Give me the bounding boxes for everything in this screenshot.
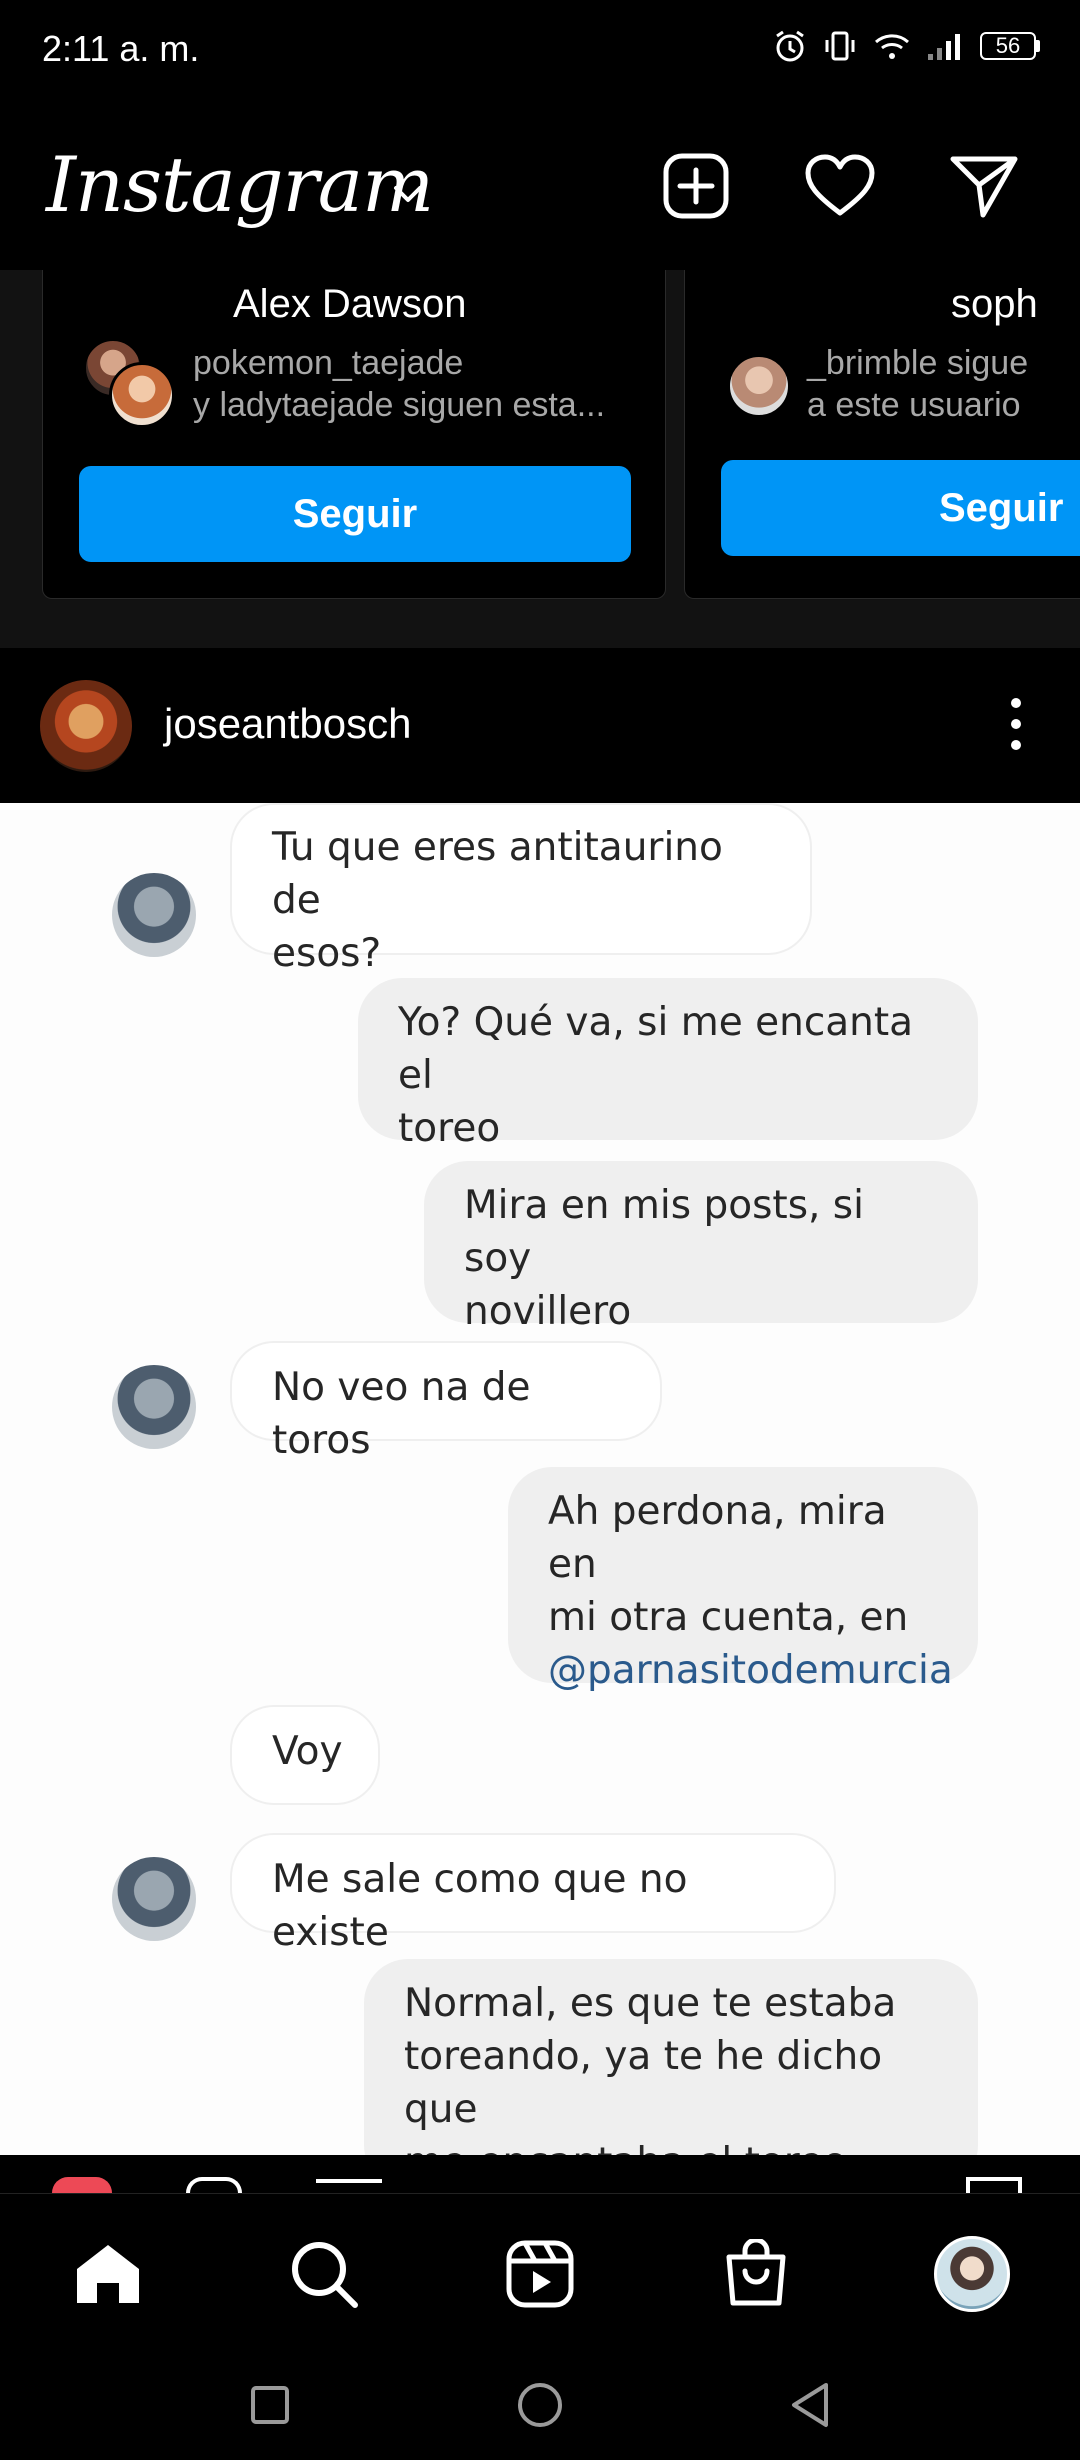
- chat-bubble-outgoing: Normal, es que te estaba toreando, ya te…: [364, 1959, 978, 2155]
- circle-icon: [518, 2383, 562, 2427]
- chat-message-text: Ah perdona, mira en mi otra cuenta, en: [548, 1489, 909, 1640]
- chat-mention-link[interactable]: @parnasitodemurcia: [548, 1648, 953, 1693]
- follow-button[interactable]: Seguir: [79, 466, 631, 562]
- shop-icon: [726, 2239, 786, 2306]
- profile-avatar: [934, 2236, 1010, 2312]
- system-navigation: [0, 2353, 1080, 2460]
- post-image[interactable]: Tu que eres antitaurino de esos? Yo? Qué…: [0, 803, 1080, 2155]
- bottom-navigation: [0, 2193, 1080, 2354]
- reels-icon: [506, 2240, 574, 2308]
- chat-message-text: Me sale como que no existe: [272, 1857, 688, 1955]
- chat-bubble-incoming: Voy: [230, 1705, 380, 1805]
- comment-icon[interactable]: [186, 2177, 242, 2193]
- chat-bubble-outgoing: Ah perdona, mira en mi otra cuenta, en @…: [508, 1467, 978, 1693]
- nav-search[interactable]: [284, 2234, 364, 2314]
- new-post-icon: [663, 153, 729, 219]
- chat-message-text: Voy: [272, 1729, 343, 1774]
- signal-icon: [928, 34, 960, 60]
- suggestion-mutual-line: a este usuario: [807, 386, 1021, 424]
- recent-apps-button[interactable]: [240, 2375, 300, 2435]
- chat-message-text: Tu que eres antitaurino de esos?: [272, 825, 723, 976]
- chat-message-text: Yo? Qué va, si me encanta el toreo: [398, 1000, 914, 1151]
- heart-icon: [805, 154, 875, 216]
- suggestion-mutual-line: y ladytaejade siguen esta...: [193, 386, 606, 424]
- back-triangle-icon: [792, 2383, 828, 2427]
- battery-level: 56: [995, 33, 1021, 58]
- home-system-button[interactable]: [510, 2375, 570, 2435]
- suggestion-mutual-line: pokemon_taejade: [193, 344, 464, 382]
- more-options-icon[interactable]: [1006, 698, 1026, 750]
- chat-avatar: [112, 1857, 196, 1941]
- chat-message-text: No veo na de toros: [272, 1365, 531, 1463]
- alarm-icon: [776, 30, 804, 62]
- activity-button[interactable]: [800, 146, 880, 226]
- status-bar: 2:11 a. m. 56: [0, 0, 1080, 110]
- chat-bubble-outgoing: Yo? Qué va, si me encanta el toreo: [358, 978, 978, 1151]
- suggestion-card[interactable]: Alex Dawson pokemon_taejade y ladytaejad…: [42, 270, 666, 599]
- nav-home[interactable]: [68, 2234, 148, 2314]
- chat-bubble-outgoing: Mira en mis posts, si soy novillero: [424, 1161, 978, 1334]
- chat-bubble-incoming: No veo na de toros: [230, 1341, 662, 1463]
- back-button[interactable]: [780, 2375, 840, 2435]
- nav-profile[interactable]: [932, 2234, 1012, 2314]
- share-icon[interactable]: [316, 2179, 382, 2193]
- post-author-avatar[interactable]: [40, 680, 132, 772]
- nav-reels[interactable]: [500, 2234, 580, 2314]
- new-post-button[interactable]: [656, 146, 736, 226]
- suggestion-card[interactable]: soph _brimble sigue a este usuario Segui…: [684, 270, 1080, 599]
- home-icon: [77, 2245, 139, 2303]
- chat-bubble-incoming: Tu que eres antitaurino de esos?: [230, 803, 812, 976]
- post-header: joseantbosch: [0, 648, 1080, 803]
- liked-heart-icon[interactable]: [52, 2177, 112, 2193]
- search-icon: [292, 2242, 358, 2308]
- follower-avatar: [727, 354, 791, 418]
- nav-shop[interactable]: [716, 2234, 796, 2314]
- direct-messages-button[interactable]: [944, 146, 1024, 226]
- status-time: 2:11 a. m.: [42, 28, 200, 69]
- battery-indicator: 56: [980, 32, 1040, 60]
- vibrate-icon: [825, 31, 855, 61]
- direct-message-icon: [950, 156, 1018, 218]
- suggested-accounts: Alex Dawson pokemon_taejade y ladytaejad…: [0, 270, 1080, 648]
- suggestion-mutual-line: _brimble sigue: [807, 344, 1029, 382]
- chevron-down-icon[interactable]: [390, 180, 426, 210]
- post-author-username[interactable]: joseantbosch: [164, 700, 412, 748]
- chat-avatar: [112, 873, 196, 957]
- follower-avatar: [109, 362, 175, 428]
- chat-message-text: Normal, es que te estaba toreando, ya te…: [404, 1981, 897, 2155]
- suggestion-name: soph: [951, 282, 1038, 326]
- square-icon: [251, 2386, 289, 2424]
- status-icons: 56: [772, 28, 1040, 64]
- suggestion-name: Alex Dawson: [233, 282, 467, 326]
- post-actions-peek: [0, 2155, 1080, 2193]
- wifi-icon: [875, 34, 909, 59]
- instagram-logo[interactable]: Instagram: [46, 140, 434, 229]
- save-icon[interactable]: [966, 2177, 1022, 2193]
- chat-avatar: [112, 1365, 196, 1449]
- chat-bubble-incoming: Me sale como que no existe: [230, 1833, 836, 1955]
- chat-message-text: Mira en mis posts, si soy novillero: [464, 1183, 864, 1334]
- follow-button[interactable]: Seguir: [721, 460, 1080, 556]
- app-header: Instagram: [0, 110, 1080, 270]
